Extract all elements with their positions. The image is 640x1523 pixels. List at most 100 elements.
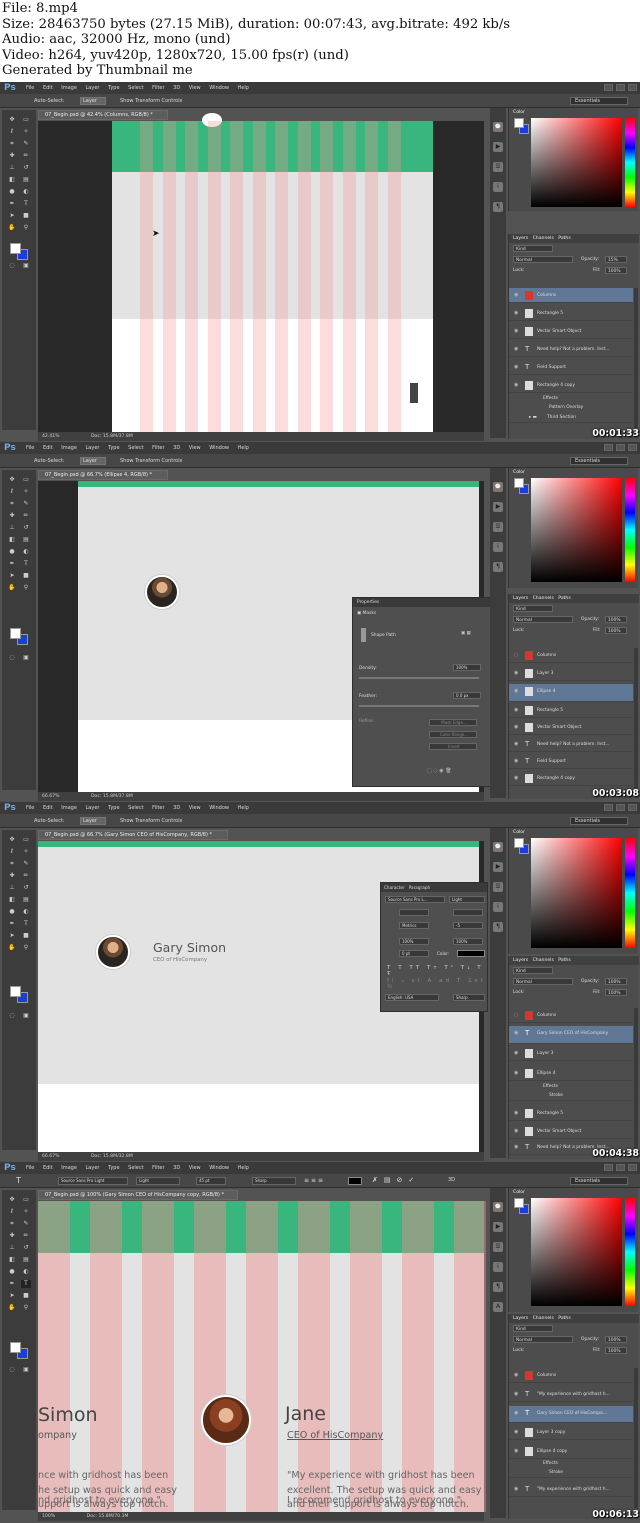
layer-row[interactable]: ◉ Rectangle 4 copy bbox=[509, 771, 633, 786]
minimize-icon[interactable] bbox=[604, 1164, 613, 1171]
pen-tool-icon[interactable]: ✒ bbox=[7, 200, 17, 208]
character-tab[interactable]: Character bbox=[384, 885, 405, 890]
workspace-dropdown[interactable]: Essentials bbox=[570, 1177, 628, 1185]
paragraph-icon[interactable]: ¶ bbox=[493, 202, 503, 212]
info-icon[interactable]: i bbox=[493, 1262, 503, 1272]
brush-tool-icon[interactable]: ✏ bbox=[21, 152, 31, 160]
layer-row[interactable]: ◉ Rectangle 5 bbox=[509, 306, 633, 321]
layer-row[interactable]: ◉ Rectangle 5 bbox=[509, 1106, 633, 1121]
menu-select[interactable]: Select bbox=[128, 1165, 143, 1171]
dodge-tool-icon[interactable]: ◐ bbox=[21, 188, 31, 196]
foreground-color-swatch[interactable] bbox=[10, 1342, 21, 1353]
layers-scrollbar[interactable] bbox=[634, 288, 638, 428]
visibility-eye-icon[interactable]: ◉ bbox=[514, 1482, 518, 1496]
gradient-tool-icon[interactable]: ▤ bbox=[21, 536, 31, 544]
close-icon[interactable] bbox=[628, 804, 637, 811]
properties-icon[interactable]: ☰ bbox=[493, 882, 503, 892]
menu-view[interactable]: View bbox=[189, 805, 201, 811]
visibility-eye-icon[interactable]: ◉ bbox=[514, 324, 518, 338]
paths-tab[interactable]: Paths bbox=[558, 596, 571, 601]
invert-button[interactable]: Invert bbox=[429, 743, 477, 750]
density-field[interactable]: 100% bbox=[453, 664, 481, 671]
menu-edit[interactable]: Edit bbox=[43, 85, 53, 91]
menu-layer[interactable]: Layer bbox=[86, 1165, 100, 1171]
screen-mode-icon[interactable]: ▣ bbox=[21, 262, 31, 270]
color-picker-field[interactable] bbox=[531, 1198, 622, 1306]
hand-tool-icon[interactable]: ✋ bbox=[7, 944, 17, 952]
kind-dropdown[interactable]: Kind bbox=[513, 967, 553, 974]
properties-icon[interactable]: ☰ bbox=[493, 1242, 503, 1252]
minimize-icon[interactable] bbox=[604, 804, 613, 811]
zoom-level[interactable]: 100% bbox=[42, 1514, 55, 1519]
type-tool-icon[interactable]: T bbox=[21, 920, 31, 928]
mask-edge-button[interactable]: Mask Edge... bbox=[429, 719, 477, 726]
marquee-tool-icon[interactable]: ▭ bbox=[21, 1196, 31, 1204]
menu-select[interactable]: Select bbox=[128, 445, 143, 451]
menu-filter[interactable]: Filter bbox=[152, 85, 164, 91]
layer-row[interactable]: ◉ T Need help? Not a problem. Inst... bbox=[509, 342, 633, 357]
antialias-dropdown[interactable]: Sharp bbox=[252, 1177, 296, 1185]
visibility-eye-icon[interactable]: ◉ bbox=[514, 378, 518, 392]
layer-row[interactable]: ◉ Vector Smart Object bbox=[509, 324, 633, 339]
screen-mode-icon[interactable]: ▣ bbox=[21, 1366, 31, 1374]
eraser-tool-icon[interactable]: ◧ bbox=[7, 1256, 17, 1264]
eraser-tool-icon[interactable]: ◧ bbox=[7, 896, 17, 904]
density-slider[interactable] bbox=[359, 677, 479, 679]
history-icon[interactable]: ⌚ bbox=[493, 1202, 503, 1212]
jane-avatar-photo[interactable] bbox=[201, 1395, 251, 1445]
layer-row[interactable]: ◉ T Gary Simon CEO of HisCompany bbox=[509, 1026, 633, 1044]
layer-row[interactable]: ◉ Ellipse 4 bbox=[509, 684, 633, 702]
actions-icon[interactable]: ▶ bbox=[493, 862, 503, 872]
menu-window[interactable]: Window bbox=[209, 85, 229, 91]
canvas-area[interactable]: Simon ompany nce with gridhost has been … bbox=[38, 1201, 486, 1512]
crop-tool-icon[interactable]: ⌗ bbox=[7, 1220, 17, 1228]
blend-mode-dropdown[interactable]: Normal bbox=[513, 616, 573, 623]
layer-row[interactable]: ◉ T Field Support bbox=[509, 360, 633, 375]
menu-layer[interactable]: Layer bbox=[86, 445, 100, 451]
shape-tool-icon[interactable]: ■ bbox=[21, 212, 31, 220]
menu-filter[interactable]: Filter bbox=[152, 1165, 164, 1171]
menu-image[interactable]: Image bbox=[61, 445, 77, 451]
alignment-icons[interactable]: ≡≡≡ bbox=[304, 1177, 325, 1184]
info-icon[interactable]: i bbox=[493, 542, 503, 552]
menu-type[interactable]: Type bbox=[108, 805, 119, 811]
path-select-icon[interactable]: ➤ bbox=[7, 932, 17, 940]
menu-help[interactable]: Help bbox=[238, 85, 249, 91]
character-panel-icon[interactable]: A bbox=[493, 1302, 503, 1312]
menu-3d[interactable]: 3D bbox=[173, 805, 180, 811]
gradient-tool-icon[interactable]: ▤ bbox=[21, 896, 31, 904]
feather-field[interactable]: 0.0 px bbox=[453, 692, 481, 699]
paths-tab[interactable]: Paths bbox=[558, 958, 571, 963]
visibility-eye-icon[interactable]: ◉ bbox=[514, 720, 518, 734]
paragraph-icon[interactable]: ¶ bbox=[493, 1282, 503, 1292]
hue-slider[interactable] bbox=[625, 1198, 635, 1306]
menu-image[interactable]: Image bbox=[61, 85, 77, 91]
feather-slider[interactable] bbox=[359, 705, 479, 707]
kind-dropdown[interactable]: Kind bbox=[513, 605, 553, 612]
color-tab[interactable]: Color bbox=[513, 1190, 525, 1195]
menu-3d[interactable]: 3D bbox=[173, 85, 180, 91]
dodge-tool-icon[interactable]: ◐ bbox=[21, 1268, 31, 1276]
panel-fg-swatch[interactable] bbox=[514, 478, 524, 488]
menu-type[interactable]: Type bbox=[108, 1165, 119, 1171]
layers-tab[interactable]: Layers bbox=[513, 236, 528, 241]
wand-tool-icon[interactable]: ✧ bbox=[21, 488, 31, 496]
actions-icon[interactable]: ▶ bbox=[493, 1222, 503, 1232]
eyedropper-tool-icon[interactable]: ✎ bbox=[21, 500, 31, 508]
kerning-dropdown[interactable]: Metrics bbox=[399, 922, 429, 929]
auto-select-checkbox[interactable]: Auto-Select: bbox=[34, 458, 65, 464]
text-color-swatch[interactable] bbox=[348, 1177, 362, 1185]
opacity-field[interactable]: 100% bbox=[605, 978, 627, 985]
visibility-eye-icon[interactable]: ◉ bbox=[514, 1425, 518, 1439]
menu-edit[interactable]: Edit bbox=[43, 1165, 53, 1171]
hue-slider[interactable] bbox=[625, 838, 635, 948]
history-brush-icon[interactable]: ↺ bbox=[21, 164, 31, 172]
layer-row[interactable]: ◉ T "My experience with gridhost h... bbox=[509, 1387, 633, 1402]
effect-row[interactable]: Stroke bbox=[509, 1468, 633, 1478]
menu-type[interactable]: Type bbox=[108, 85, 119, 91]
tracking-field[interactable]: -5 bbox=[453, 922, 483, 929]
eraser-tool-icon[interactable]: ◧ bbox=[7, 176, 17, 184]
blur-tool-icon[interactable]: ● bbox=[7, 188, 17, 196]
menu-select[interactable]: Select bbox=[128, 85, 143, 91]
auto-select-dropdown[interactable]: Layer bbox=[80, 97, 106, 105]
